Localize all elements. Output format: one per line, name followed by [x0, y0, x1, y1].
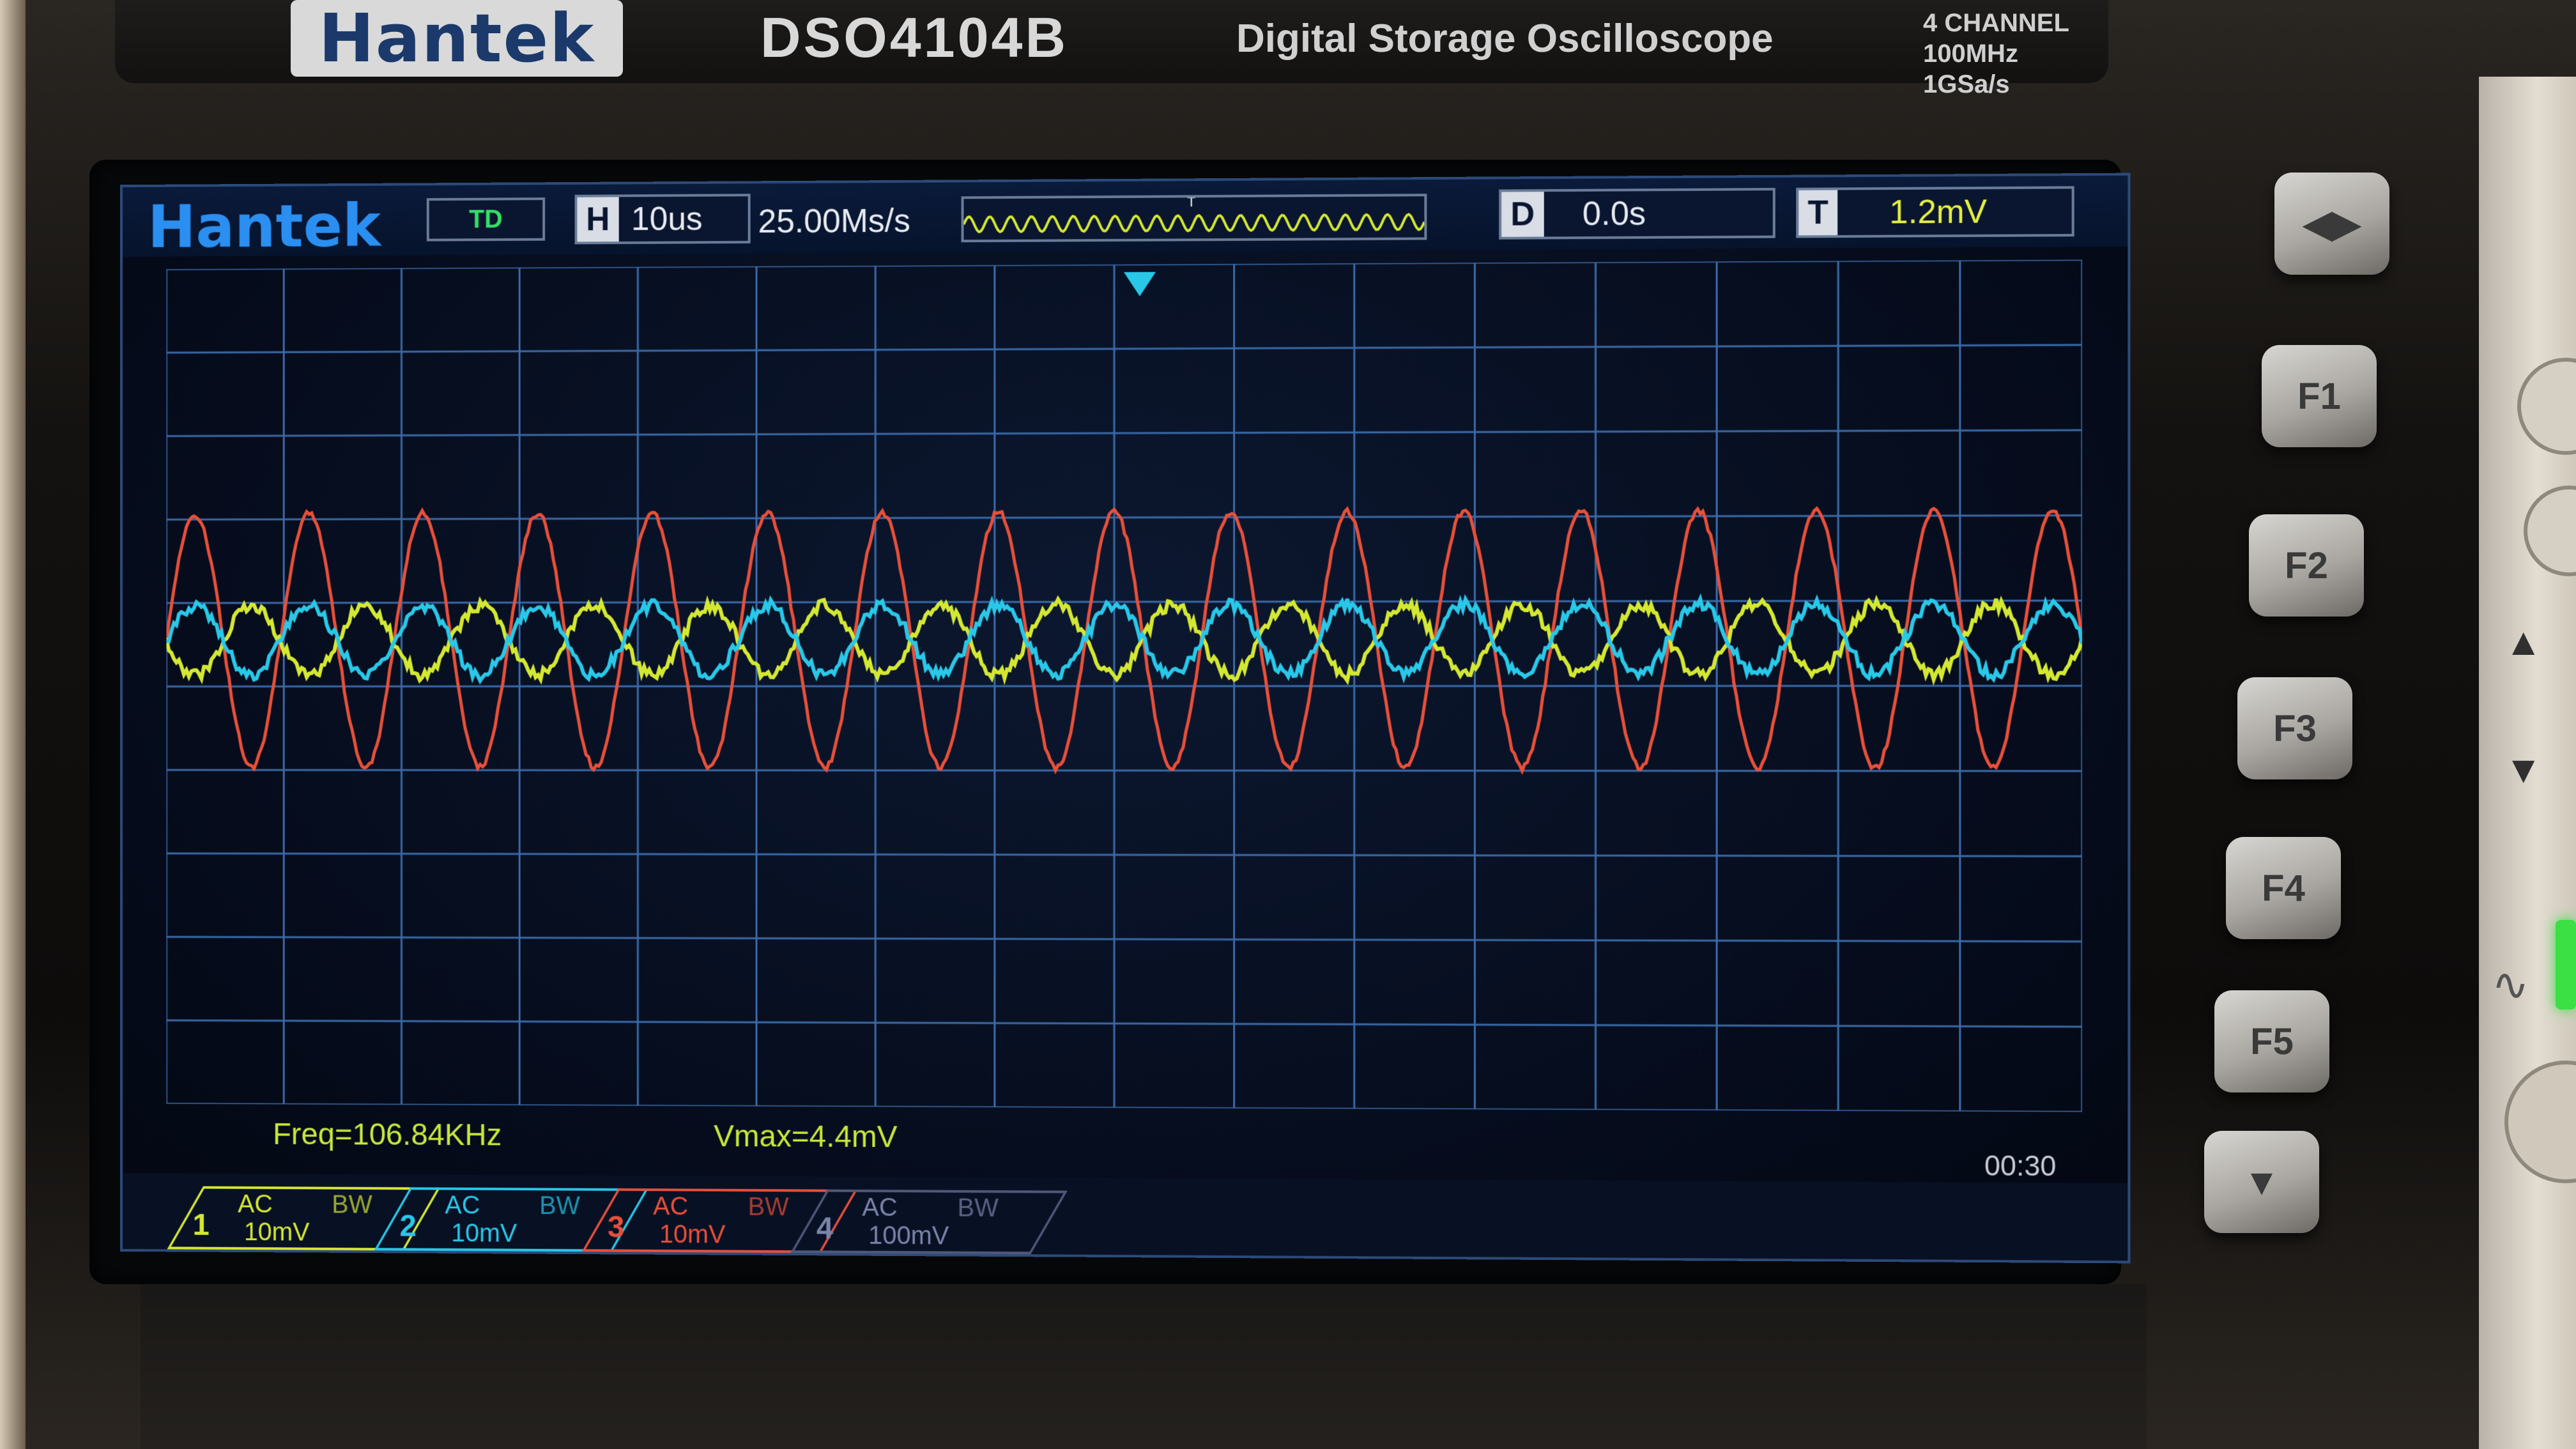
screen-logo: Hantek	[148, 192, 381, 261]
trigger-position-icon	[1124, 272, 1156, 296]
timebase-box: H 10us	[575, 194, 751, 244]
vmax-measurement: Vmax=4.4mV	[714, 1119, 897, 1154]
model-name: DSO4104B	[760, 5, 1068, 70]
channel-1-trace	[166, 598, 2082, 681]
grid-line	[166, 259, 2082, 269]
memory-position-strip: T	[962, 194, 1427, 242]
arrow-up-icon: ▲	[2504, 620, 2542, 664]
bandwidth-limit: BW	[958, 1194, 999, 1223]
channel-coupling: AC	[653, 1192, 688, 1221]
knob-upper[interactable]	[2517, 358, 2576, 455]
menu-down-button[interactable]: ▼	[2204, 1131, 2319, 1233]
top-bezel: Hantek DSO4104B Digital Storage Oscillos…	[115, 0, 2108, 83]
trigger-status: TD	[427, 197, 545, 241]
knob-second[interactable]	[2524, 486, 2576, 576]
trigger-marker: T	[1187, 196, 1195, 210]
trigger-label: T	[1798, 190, 1837, 236]
grid-line	[166, 854, 2082, 856]
channel-coupling: AC	[238, 1190, 273, 1219]
channel-number: 4	[816, 1211, 834, 1246]
grid-line	[166, 770, 2082, 771]
grid-line	[166, 430, 2082, 436]
f3-button[interactable]: F3	[2237, 677, 2352, 779]
delay-label: D	[1501, 192, 1544, 237]
channel-3-trace	[166, 507, 2082, 771]
volts-per-div: 10mV	[244, 1218, 310, 1246]
channel-count: 4 CHANNEL	[1923, 8, 2108, 38]
channel-number: 2	[399, 1209, 416, 1244]
channel-number: 1	[193, 1208, 210, 1243]
volts-per-div: 10mV	[659, 1220, 725, 1249]
delay-value: 0.0s	[1544, 194, 1646, 233]
channel-number: 3	[608, 1210, 624, 1245]
timebase-value: 10us	[618, 200, 702, 238]
elapsed-timer: 00:30	[1984, 1150, 2056, 1183]
f1-button[interactable]: F1	[2262, 345, 2377, 447]
trigger-level-value: 1.2mV	[1837, 192, 1987, 232]
volts-per-div: 100mV	[868, 1222, 949, 1251]
sine-wave-icon: ∿	[2492, 958, 2529, 1011]
channel-coupling: AC	[445, 1192, 480, 1220]
grid-line	[166, 601, 2082, 603]
trigger-level-box: T 1.2mV	[1796, 186, 2074, 238]
status-bar: Hantek TD H 10us 25.00Ms/s T D 0.0s T 1.…	[123, 176, 2128, 257]
grid-line	[166, 937, 2082, 941]
multipurpose-knob[interactable]	[2504, 1061, 2576, 1183]
toggle-icon: ◀▶	[2303, 202, 2360, 245]
bottom-bezel	[141, 1284, 2147, 1449]
f4-button[interactable]: F4	[2226, 837, 2341, 939]
memory-waveform-icon: T	[964, 196, 1425, 240]
sample-rate: 25.00Ms/s	[758, 202, 910, 241]
grid-line	[166, 1104, 2082, 1112]
bandwidth-limit: BW	[332, 1191, 372, 1220]
waveform-graticule	[166, 259, 2082, 1112]
grid-line	[166, 345, 2082, 353]
oscilloscope-screen: Hantek TD H 10us 25.00Ms/s T D 0.0s T 1.…	[120, 173, 2130, 1264]
volts-per-div: 10mV	[451, 1219, 517, 1248]
device-subtitle: Digital Storage Oscilloscope	[1236, 16, 1774, 61]
bandwidth-limit: BW	[539, 1192, 580, 1220]
grid-line	[166, 516, 2082, 520]
channel-coupling: AC	[862, 1193, 897, 1222]
bandwidth-spec: 100MHz 1GSa/s	[1923, 38, 2108, 100]
f2-button[interactable]: F2	[2249, 514, 2364, 617]
menu-toggle-button[interactable]: ◀▶	[2274, 172, 2389, 275]
channel-spec: 4 CHANNEL 100MHz 1GSa/s	[1923, 8, 2108, 100]
run-indicator-led	[2556, 920, 2576, 1009]
delay-box: D 0.0s	[1499, 188, 1775, 240]
arrow-down-icon: ▼	[2504, 747, 2542, 792]
channel-4-info[interactable]: 4 AC BW 100mV	[790, 1190, 1068, 1255]
brand-logo: Hantek	[291, 0, 623, 77]
waveform-display	[166, 259, 2082, 1112]
channel-info-bar: 1 AC BW 10mV 2 AC BW 10mV 3 AC BW 10mV 4…	[123, 1173, 2128, 1261]
horizontal-label: H	[577, 197, 618, 241]
bandwidth-limit: BW	[748, 1193, 789, 1222]
desk-edge	[0, 0, 26, 1449]
softkey-column: ◀▶ F1 F2 F3 F4 F5 ▼	[2198, 160, 2338, 1246]
grid-line	[166, 1020, 2082, 1027]
front-panel-controls: ▲ ▼ ∿	[2479, 77, 2576, 1449]
f5-button[interactable]: F5	[2214, 990, 2329, 1092]
frequency-measurement: Freq=106.84KHz	[273, 1117, 502, 1153]
chevron-down-icon: ▼	[2243, 1161, 2280, 1204]
